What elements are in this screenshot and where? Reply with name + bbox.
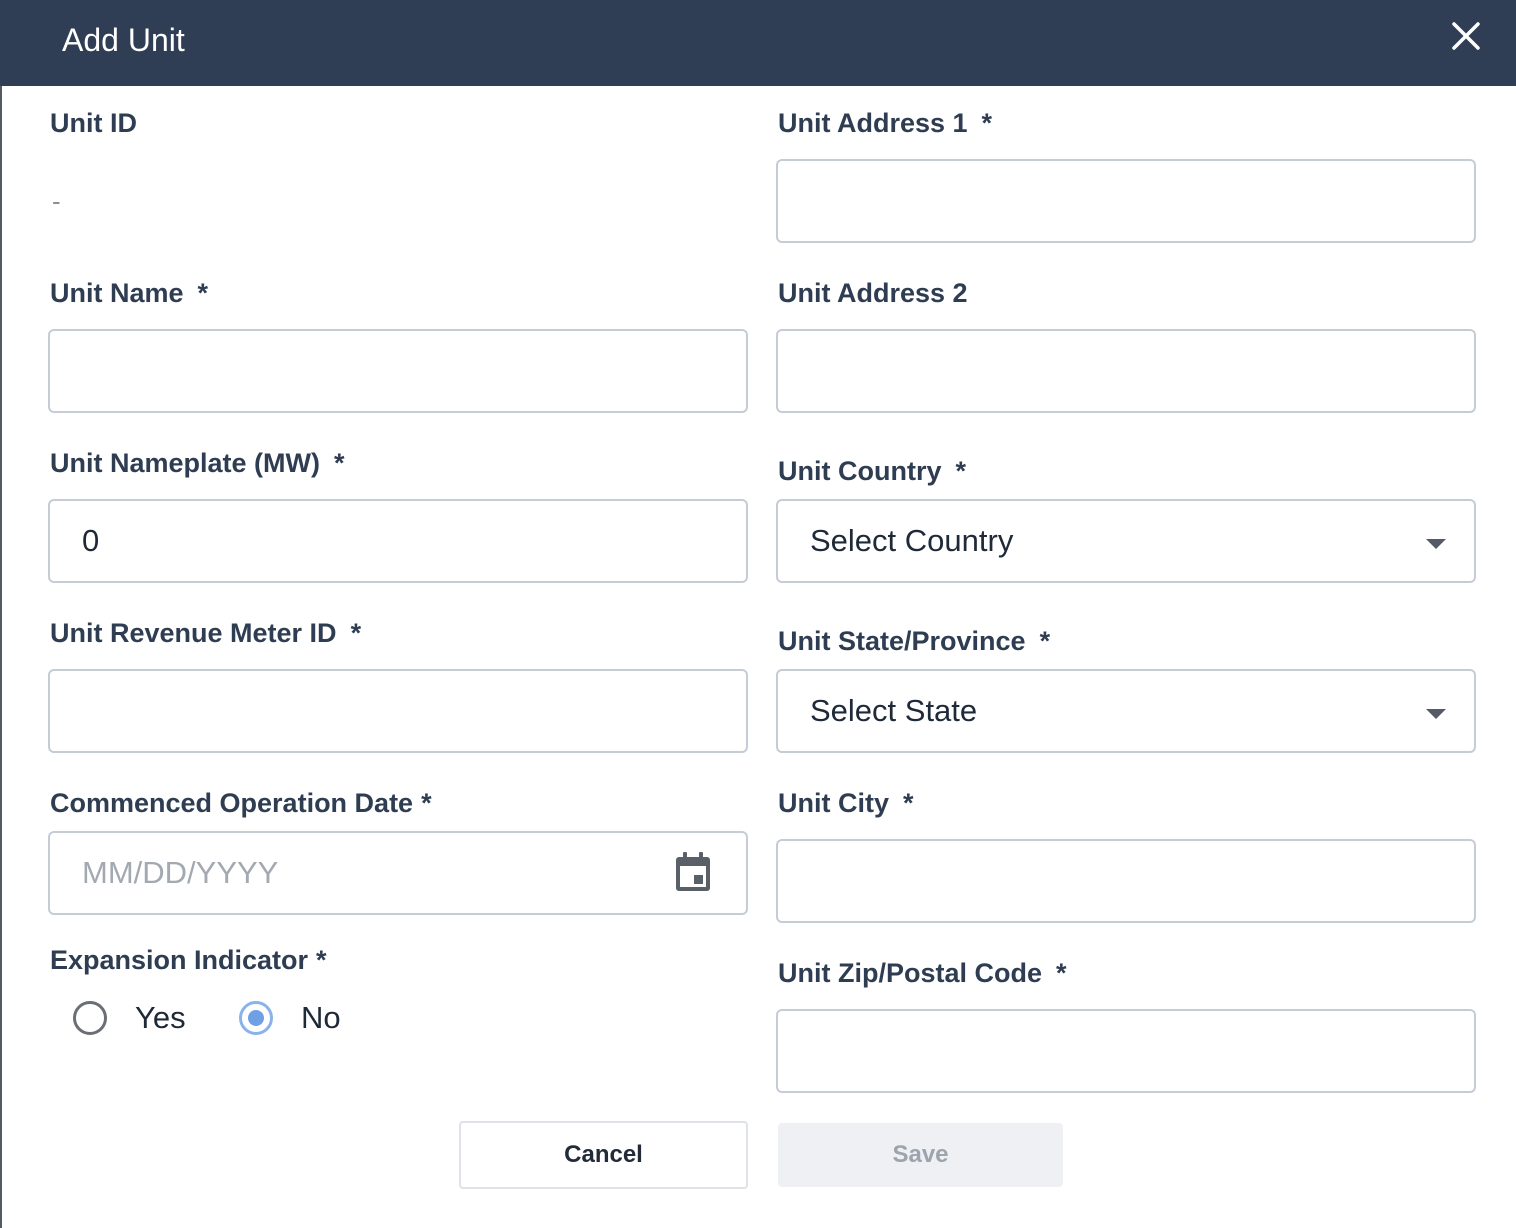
unit-zip-field[interactable]: [776, 1009, 1476, 1093]
unit-revenue-meter-id-field[interactable]: [48, 669, 748, 753]
unit-address-1-field[interactable]: [776, 159, 1476, 243]
chevron-down-icon: [1426, 539, 1446, 549]
radio-yes-option[interactable]: Yes: [73, 996, 186, 1040]
commenced-operation-date-label: Commenced Operation Date *: [50, 788, 432, 818]
unit-nameplate-label: Unit Nameplate (MW) *: [50, 448, 345, 478]
dialog-title: Add Unit: [62, 22, 185, 58]
unit-address-1-label: Unit Address 1 *: [778, 108, 993, 138]
cancel-button[interactable]: Cancel: [459, 1121, 748, 1189]
unit-name-field[interactable]: [48, 329, 748, 413]
radio-yes-label[interactable]: Yes: [135, 1000, 186, 1036]
commenced-operation-date-field[interactable]: [48, 831, 748, 915]
unit-city-label: Unit City *: [778, 788, 914, 818]
unit-zip-input[interactable]: [778, 1011, 1474, 1091]
unit-state-value: Select State: [810, 693, 978, 728]
unit-city-field[interactable]: [776, 839, 1476, 923]
expansion-indicator-label: Expansion Indicator *: [50, 945, 327, 975]
calendar-icon[interactable]: [674, 851, 712, 893]
radio-no-option[interactable]: No: [239, 996, 341, 1040]
unit-address-2-field[interactable]: [776, 329, 1476, 413]
unit-country-value: Select Country: [810, 523, 1014, 558]
chevron-down-icon: [1426, 709, 1446, 719]
unit-country-label: Unit Country *: [778, 456, 966, 486]
unit-id-label: Unit ID: [50, 108, 137, 138]
unit-nameplate-input[interactable]: [50, 501, 746, 581]
unit-address-2-input[interactable]: [778, 331, 1474, 411]
save-button[interactable]: Save: [778, 1123, 1063, 1187]
unit-zip-label: Unit Zip/Postal Code *: [778, 958, 1067, 988]
close-icon: [1452, 22, 1480, 50]
dialog-header: Add Unit: [0, 0, 1516, 86]
window-edge: [0, 0, 2, 1228]
unit-address-1-input[interactable]: [778, 161, 1474, 241]
unit-id-value: -: [52, 186, 61, 216]
unit-state-select[interactable]: Select State: [776, 669, 1476, 753]
unit-country-select[interactable]: Select Country: [776, 499, 1476, 583]
radio-no-label[interactable]: No: [301, 1000, 341, 1036]
date-input[interactable]: [50, 833, 746, 913]
unit-nameplate-field[interactable]: [48, 499, 748, 583]
add-unit-dialog: Add Unit Unit ID - Unit Name * Unit Namep…: [0, 0, 1516, 1228]
unit-state-label: Unit State/Province *: [778, 626, 1051, 656]
radio-no[interactable]: [239, 1001, 273, 1035]
unit-name-input[interactable]: [50, 331, 746, 411]
close-button[interactable]: [1444, 14, 1488, 58]
unit-name-label: Unit Name *: [50, 278, 209, 308]
unit-city-input[interactable]: [778, 841, 1474, 921]
unit-revenue-meter-id-label: Unit Revenue Meter ID *: [50, 618, 362, 648]
unit-revenue-meter-id-input[interactable]: [50, 671, 746, 751]
radio-yes[interactable]: [73, 1001, 107, 1035]
unit-address-2-label: Unit Address 2: [778, 278, 968, 308]
